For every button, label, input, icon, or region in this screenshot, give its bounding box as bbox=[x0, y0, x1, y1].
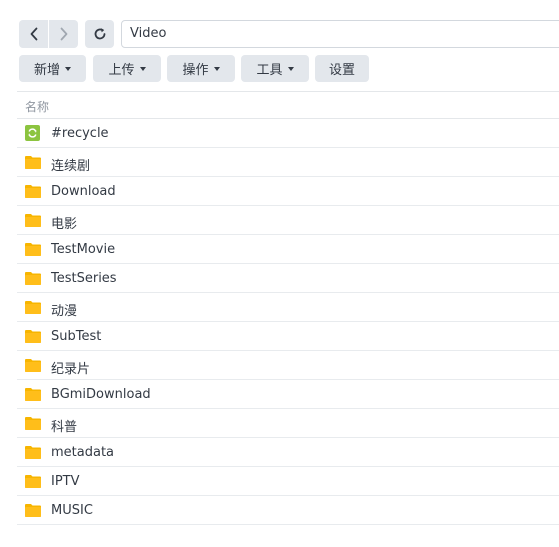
file-name: TestSeries bbox=[51, 271, 117, 286]
file-name: TestMovie bbox=[51, 242, 116, 257]
upload-button[interactable]: 上传 bbox=[93, 55, 161, 82]
path-input[interactable]: Video bbox=[121, 20, 559, 48]
folder-icon bbox=[25, 504, 41, 517]
forward-button[interactable] bbox=[49, 20, 78, 48]
caret-down-icon bbox=[139, 66, 146, 71]
file-name: 连续剧 bbox=[51, 159, 91, 174]
list-item-folder[interactable]: 动漫 bbox=[17, 293, 559, 322]
caret-down-icon bbox=[65, 66, 71, 71]
column-header: 名称 bbox=[17, 91, 559, 119]
folder-icon bbox=[25, 388, 41, 401]
file-name: SubTest bbox=[51, 329, 102, 344]
refresh-button[interactable] bbox=[85, 20, 114, 48]
list-item-folder[interactable]: 科普 bbox=[17, 409, 559, 438]
list-item-folder[interactable]: TestMovie bbox=[17, 235, 559, 264]
file-name: 科普 bbox=[51, 420, 78, 435]
create-label: 新增 bbox=[33, 63, 60, 78]
chevron-right-icon bbox=[60, 27, 67, 41]
file-name: MUSIC bbox=[51, 503, 93, 518]
upload-label: 上传 bbox=[108, 63, 135, 78]
file-name: 纪录片 bbox=[51, 362, 91, 377]
folder-icon bbox=[25, 475, 41, 488]
list-item-folder[interactable]: 连续剧 bbox=[17, 148, 559, 177]
list-item-folder[interactable]: metadata bbox=[17, 438, 559, 467]
caret-down-icon bbox=[213, 66, 220, 71]
caret-down-icon bbox=[287, 66, 294, 71]
list-item-folder[interactable]: Download bbox=[17, 177, 559, 206]
file-name: 动漫 bbox=[51, 304, 78, 319]
folder-icon bbox=[25, 330, 41, 343]
list-item-folder[interactable]: IPTV bbox=[17, 467, 559, 496]
folder-icon bbox=[25, 359, 41, 372]
list-item-folder[interactable]: 纪录片 bbox=[17, 351, 559, 380]
folder-icon bbox=[25, 156, 41, 169]
chevron-left-icon bbox=[30, 27, 37, 41]
file-name: Download bbox=[51, 184, 116, 199]
list-item-folder[interactable]: 电影 bbox=[17, 206, 559, 235]
folder-icon bbox=[25, 243, 41, 256]
action-button[interactable]: 操作 bbox=[167, 55, 235, 82]
settings-button[interactable]: 设置 bbox=[315, 55, 369, 82]
action-label: 操作 bbox=[182, 63, 209, 78]
list-item-folder[interactable]: TestSeries bbox=[17, 264, 559, 293]
back-button[interactable] bbox=[19, 20, 48, 48]
folder-icon bbox=[25, 272, 41, 285]
folder-icon bbox=[25, 214, 41, 227]
column-name-header[interactable]: 名称 bbox=[25, 98, 49, 115]
settings-label: 设置 bbox=[328, 63, 355, 78]
list-item-recycle[interactable]: #recycle bbox=[17, 119, 559, 148]
file-list: #recycle 连续剧 Download 电影 TestMovie TestS… bbox=[17, 119, 559, 525]
file-name: 电影 bbox=[51, 217, 78, 232]
list-item-folder[interactable]: SubTest bbox=[17, 322, 559, 351]
list-item-folder[interactable]: BGmiDownload bbox=[17, 380, 559, 409]
list-item-folder[interactable]: MUSIC bbox=[17, 496, 559, 525]
tools-button[interactable]: 工具 bbox=[241, 55, 309, 82]
file-name: IPTV bbox=[51, 474, 80, 489]
folder-icon bbox=[25, 417, 41, 430]
recycle-bin-icon bbox=[25, 125, 40, 141]
tools-label: 工具 bbox=[256, 63, 283, 78]
folder-icon bbox=[25, 301, 41, 314]
create-button[interactable]: 新增 bbox=[19, 55, 86, 82]
refresh-icon bbox=[94, 28, 105, 40]
file-name: metadata bbox=[51, 445, 115, 460]
file-name: BGmiDownload bbox=[51, 387, 151, 402]
folder-icon bbox=[25, 185, 41, 198]
file-name: #recycle bbox=[51, 126, 109, 141]
folder-icon bbox=[25, 446, 41, 459]
